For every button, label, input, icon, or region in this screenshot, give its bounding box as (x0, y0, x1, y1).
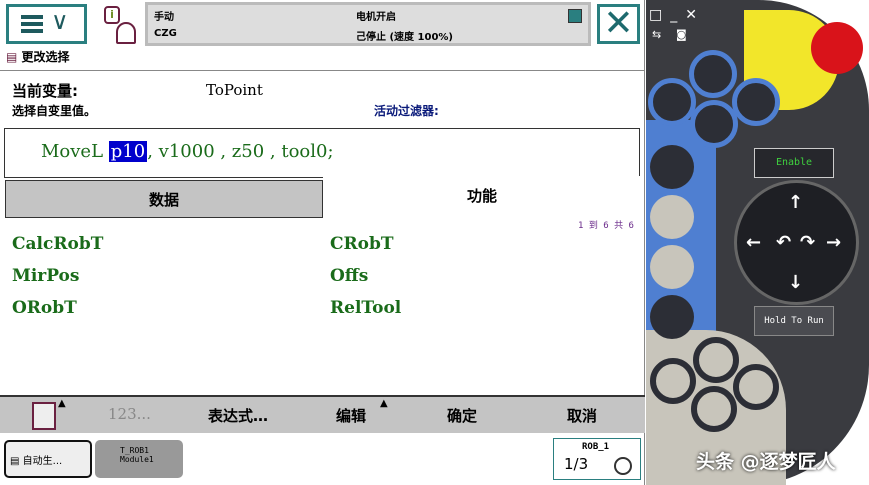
current-variable-value: ToPoint (206, 81, 263, 99)
preset-key-1[interactable] (648, 78, 696, 126)
cancel-button[interactable]: 取消 (567, 405, 597, 426)
filter-icon (32, 402, 56, 430)
arrow-left-icon: ← (746, 232, 762, 253)
program-data-icon: ▤ (10, 456, 20, 467)
program-icon (568, 9, 582, 23)
preset-key-4[interactable] (690, 100, 738, 148)
list-item[interactable]: ORobT (12, 298, 77, 318)
task-fraction: 1/3 (564, 455, 589, 473)
arrow-right-icon: → (826, 232, 842, 253)
bottom-toolbar: ▲ 123... 表达式… 编辑 ▲ 确定 取消 (0, 395, 645, 433)
tab-label: 数据 (148, 190, 179, 209)
watermark: 头条 @逐梦匠人 (696, 451, 836, 473)
list-item[interactable]: CRobT (330, 234, 394, 254)
hold-to-run-button[interactable]: Hold To Run (754, 306, 834, 336)
operating-mode: 手动 (154, 12, 174, 23)
start-button[interactable] (693, 337, 739, 383)
expression-button[interactable]: 表达式… (208, 405, 268, 426)
page-title: ▤ 更改选择 (6, 48, 70, 65)
ok-button[interactable]: 确定 (447, 405, 477, 426)
robot-name: ROB_1 (582, 442, 610, 452)
caret-up-icon: ▲ (380, 398, 388, 409)
stop-button[interactable] (691, 386, 737, 432)
program-state: 己停止 (速度 100%) (356, 32, 453, 43)
taskbar-program-editor[interactable]: T_ROB1 Module1 (95, 440, 183, 478)
emergency-stop-button[interactable] (811, 22, 863, 74)
current-variable-label: 当前变量: (12, 82, 78, 100)
instruction-name: MoveL (41, 141, 104, 162)
select-mechanical-unit-button[interactable] (650, 145, 694, 189)
edit-button[interactable]: 编辑 (336, 405, 366, 426)
toggle-increment-button[interactable] (650, 245, 694, 289)
chevron-down-icon: ∨ (51, 7, 69, 35)
list-item[interactable]: CalcRobT (12, 234, 103, 254)
arrow-down-icon: ↓ (788, 272, 804, 293)
tab-data[interactable]: 数据 (5, 180, 323, 218)
close-icon: ✕ (603, 3, 634, 44)
instruction-hint: 选择自变里值。 (12, 104, 97, 118)
selected-argument[interactable]: p10 (108, 141, 148, 162)
arrow-up-icon: ↑ (788, 192, 804, 213)
active-filter-label: 活动过滤器: (374, 104, 439, 118)
taskbar-label: T_ROB1 (120, 446, 149, 455)
camera-icon[interactable]: ◙ (676, 28, 687, 41)
list-item[interactable]: Offs (330, 266, 368, 286)
filter-button[interactable]: ▲ (28, 398, 78, 432)
swap-icon[interactable]: ⇆ (652, 28, 661, 41)
list-item[interactable]: MirPos (12, 266, 79, 286)
motor-state: 电机开启 (356, 12, 396, 23)
function-key-button[interactable] (650, 295, 694, 339)
step-forward-button[interactable] (733, 364, 779, 410)
list-item[interactable]: RelTool (330, 298, 401, 318)
enable-button[interactable]: Enable (754, 148, 834, 178)
tab-functions[interactable]: 功能 (323, 176, 641, 214)
caret-up-icon: ▲ (58, 398, 66, 409)
step-backward-button[interactable] (650, 358, 696, 404)
page-title-text: 更改选择 (21, 50, 70, 64)
window-controls[interactable]: □_✕ (649, 7, 705, 23)
flexpendant-screen: ∨ i 手动 CZG 电机开启 己停止 (速度 100%) ✕ ▤ 更改选择 当… (0, 0, 645, 485)
status-bar[interactable]: 手动 CZG 电机开启 己停止 (速度 100%) (145, 2, 591, 46)
instruction-arguments[interactable]: , v1000 , z50 , tool0; (147, 141, 333, 162)
taskbar-label: 自动生... (22, 456, 63, 467)
rotate-cw-icon: ↷ (800, 232, 816, 253)
selection-icon: ▤ (6, 50, 18, 64)
event-log-icon[interactable]: i (100, 6, 138, 44)
rotate-ccw-icon: ↶ (776, 232, 792, 253)
close-button[interactable]: ✕ (597, 4, 640, 44)
preset-key-3[interactable] (732, 78, 780, 126)
taskbar-program-data[interactable]: ▤ 自动生... (4, 440, 92, 478)
main-menu-button[interactable]: ∨ (6, 4, 87, 44)
tab-label: 功能 (466, 186, 497, 205)
pager-text: 1 到 6 共 6 (578, 221, 634, 231)
hamburger-icon (21, 15, 43, 33)
numpad-button[interactable]: 123... (108, 405, 151, 423)
preset-key-2[interactable] (689, 50, 737, 98)
controller-name: CZG (154, 28, 177, 39)
virtual-pendant: □_✕ ⇆ ◙ Enable Hold To Run ↑ ↓ ← → ↶ ↷ 头… (646, 0, 869, 485)
taskbar-label: Module1 (120, 455, 154, 464)
speed-icon (614, 457, 632, 475)
toggle-motion-mode-button[interactable] (650, 195, 694, 239)
instruction-editor[interactable]: MoveL p10, v1000 , z50 , tool0; (4, 128, 640, 178)
divider (0, 70, 645, 71)
quickset-button[interactable]: ROB_1 1/3 (553, 438, 641, 480)
